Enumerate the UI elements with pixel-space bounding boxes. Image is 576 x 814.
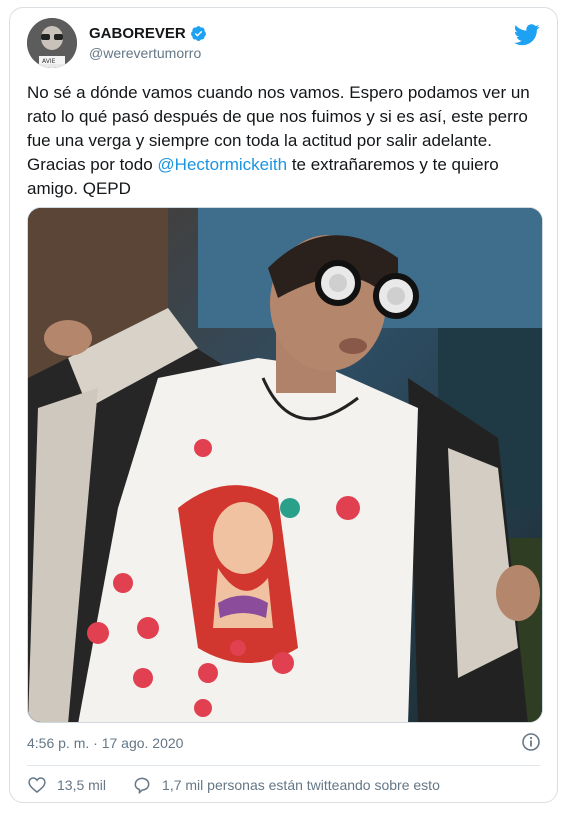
like-button[interactable]: 13,5 mil <box>27 775 106 795</box>
author-names: GABOREVER @werevertumorro <box>89 25 207 61</box>
info-icon[interactable] <box>521 732 541 752</box>
tweet-actions: 13,5 mil 1,7 mil personas están twittean… <box>27 775 440 795</box>
handle[interactable]: @werevertumorro <box>89 45 207 61</box>
twitter-bird-icon[interactable] <box>514 24 540 46</box>
tweet-timestamp[interactable]: 4:56 p. m. · 17 ago. 2020 <box>27 735 183 751</box>
like-count: 13,5 mil <box>57 777 107 793</box>
divider <box>27 765 540 766</box>
heart-icon <box>28 777 46 794</box>
mention-link[interactable]: @Hectormickeith <box>157 155 287 174</box>
conversation-text: 1,7 mil personas están twitteando sobre … <box>162 777 440 793</box>
tweet-text: No sé a dónde vamos cuando nos vamos. Es… <box>27 81 541 201</box>
comment-icon <box>134 777 150 795</box>
tweet-header: AVIE GABOREVER @werevertumorro <box>27 18 540 72</box>
avatar-caption: AVIE <box>42 58 56 65</box>
tweet-photo[interactable] <box>27 207 543 723</box>
display-name[interactable]: GABOREVER <box>89 25 186 42</box>
verified-badge-icon <box>190 25 207 42</box>
tweet-card: AVIE GABOREVER @werevertumorro No sé a d… <box>9 7 558 803</box>
conversation-button[interactable]: 1,7 mil personas están twitteando sobre … <box>132 775 440 795</box>
avatar[interactable]: AVIE <box>27 18 77 68</box>
